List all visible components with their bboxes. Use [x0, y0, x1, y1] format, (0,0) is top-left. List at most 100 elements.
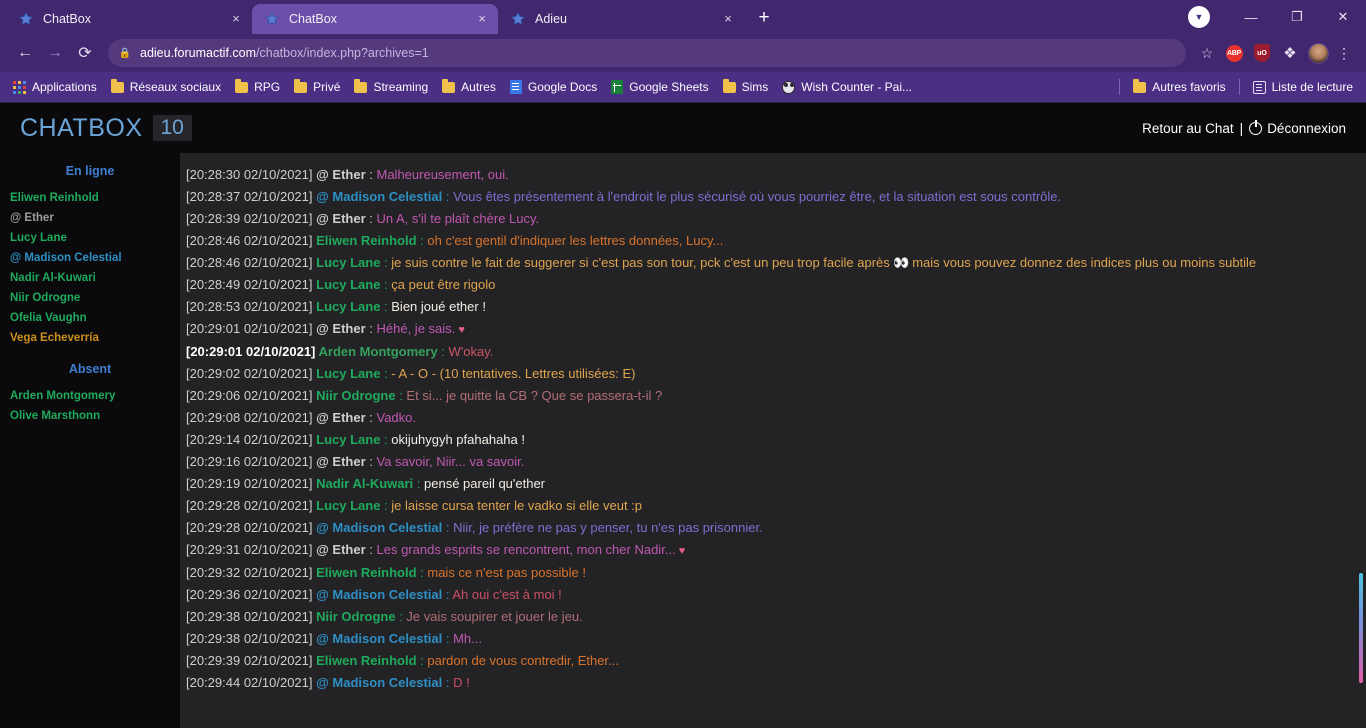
- message-timestamp: [20:29:08 02/10/2021]: [186, 410, 317, 425]
- adblock-plus-icon[interactable]: ABP: [1220, 44, 1248, 62]
- message-timestamp: [20:28:37 02/10/2021]: [186, 189, 317, 204]
- ublock-icon[interactable]: uO: [1248, 44, 1276, 62]
- message-author[interactable]: Eliwen Reinhold: [316, 653, 416, 668]
- browser-tab-1[interactable]: ChatBox ×: [252, 4, 498, 34]
- browser-tab-2[interactable]: Adieu ×: [498, 4, 744, 34]
- tab-title: ChatBox: [289, 12, 337, 26]
- star-icon: [264, 11, 280, 27]
- heart-icon: ♥: [455, 324, 465, 336]
- message-author[interactable]: Lucy Lane: [316, 255, 380, 270]
- message-author[interactable]: Lucy Lane: [316, 432, 380, 447]
- message-text: Un A, s'il te plaît chère Lucy.: [376, 211, 540, 226]
- message-colon: :: [380, 498, 392, 513]
- sidebar-user-absent[interactable]: Olive Marsthonn: [0, 406, 180, 426]
- back-icon[interactable]: ←: [10, 38, 40, 68]
- sidebar-user-online[interactable]: Ofelia Vaughn: [0, 308, 180, 328]
- bookmark-sims[interactable]: Sims: [716, 75, 776, 99]
- bookmark-applications[interactable]: Applications: [6, 75, 104, 99]
- message-author[interactable]: @ Ether: [316, 167, 366, 182]
- bookmark-rpg[interactable]: RPG: [228, 75, 287, 99]
- close-icon[interactable]: ×: [720, 11, 736, 27]
- chat-messages-panel[interactable]: [20:28:30 02/10/2021] @ Ether : Malheure…: [180, 153, 1366, 728]
- chat-scrollbar[interactable]: [1359, 153, 1364, 728]
- message-author[interactable]: @ Madison Celestial: [316, 675, 442, 690]
- chat-message: [20:29:01 02/10/2021] Arden Montgomery :…: [180, 341, 1366, 363]
- message-author[interactable]: @ Ether: [316, 321, 366, 336]
- message-author[interactable]: @ Madison Celestial: [316, 520, 442, 535]
- message-timestamp: [20:28:49 02/10/2021]: [186, 277, 317, 292]
- message-colon: :: [413, 476, 424, 491]
- close-icon[interactable]: ×: [474, 11, 490, 27]
- message-colon: :: [380, 299, 392, 314]
- members-sidebar: En ligne Eliwen Reinhold @ Ether Lucy Lane…: [0, 153, 180, 728]
- sidebar-user-online[interactable]: Vega Echeverría: [0, 328, 180, 348]
- message-text: je suis contre le fait de suggerer si c'…: [391, 255, 1257, 270]
- message-author[interactable]: @ Madison Celestial: [316, 189, 442, 204]
- bookmark-wish-counter[interactable]: Wish Counter - Pai...: [775, 75, 919, 99]
- account-chevron-icon[interactable]: ▼: [1188, 6, 1210, 28]
- bookmark-star-icon[interactable]: ☆: [1194, 45, 1220, 62]
- maximize-button[interactable]: ❐: [1274, 0, 1320, 34]
- logout-link[interactable]: Déconnexion: [1267, 121, 1346, 136]
- message-colon: :: [442, 587, 453, 602]
- message-author[interactable]: Lucy Lane: [316, 277, 380, 292]
- sidebar-user-online[interactable]: Nadir Al-Kuwari: [0, 268, 180, 288]
- message-author[interactable]: Lucy Lane: [316, 299, 380, 314]
- message-author[interactable]: Eliwen Reinhold: [316, 565, 416, 580]
- message-author[interactable]: @ Ether: [316, 211, 366, 226]
- message-author[interactable]: @ Ether: [316, 454, 366, 469]
- message-author[interactable]: Niir Odrogne: [316, 388, 395, 403]
- message-timestamp: [20:29:28 02/10/2021]: [186, 520, 317, 535]
- bookmark-streaming[interactable]: Streaming: [347, 75, 435, 99]
- browser-menu-icon[interactable]: ⋮: [1332, 45, 1356, 62]
- bookmark-autres-favoris[interactable]: Autres favoris: [1126, 75, 1232, 99]
- sidebar-user-online[interactable]: Eliwen Reinhold: [0, 188, 180, 208]
- message-author[interactable]: Arden Montgomery: [319, 344, 438, 359]
- reload-icon[interactable]: ⟳: [70, 38, 100, 68]
- bookmark-google-sheets[interactable]: Google Sheets: [604, 75, 715, 99]
- back-to-chat-link[interactable]: Retour au Chat: [1142, 121, 1234, 136]
- chat-scrollbar-thumb[interactable]: [1359, 573, 1363, 683]
- reading-list-icon: [1252, 80, 1266, 94]
- bookmark-autres[interactable]: Autres: [435, 75, 503, 99]
- address-bar[interactable]: 🔒 adieu.forumactif.com/chatbox/index.php…: [108, 39, 1186, 67]
- bookmarks-bar: Applications Réseaux sociaux RPG Privé S…: [0, 72, 1366, 102]
- message-timestamp: [20:29:38 02/10/2021]: [186, 609, 317, 624]
- sidebar-user-online[interactable]: Niir Odrogne: [0, 288, 180, 308]
- bookmark-reseaux-sociaux[interactable]: Réseaux sociaux: [104, 75, 228, 99]
- chat-message: [20:29:14 02/10/2021] Lucy Lane : okijuh…: [180, 429, 1366, 451]
- avatar[interactable]: [1304, 42, 1332, 64]
- message-author[interactable]: @ Madison Celestial: [316, 587, 442, 602]
- message-author[interactable]: Nadir Al-Kuwari: [316, 476, 413, 491]
- message-author[interactable]: @ Ether: [316, 542, 366, 557]
- bookmark-google-docs[interactable]: Google Docs: [503, 75, 604, 99]
- message-author[interactable]: Eliwen Reinhold: [316, 233, 416, 248]
- url-domain: adieu.forumactif.com: [140, 46, 257, 60]
- forward-icon[interactable]: →: [40, 38, 70, 68]
- message-text: Héhé, je sais.: [376, 321, 456, 336]
- sidebar-user-online[interactable]: @ Madison Celestial: [0, 248, 180, 268]
- message-author[interactable]: @ Madison Celestial: [316, 631, 442, 646]
- bookmark-prive[interactable]: Privé: [287, 75, 347, 99]
- chat-message: [20:29:39 02/10/2021] Eliwen Reinhold : …: [180, 650, 1366, 672]
- browser-tab-0[interactable]: ChatBox ×: [6, 4, 252, 34]
- message-timestamp: [20:29:06 02/10/2021]: [186, 388, 317, 403]
- sidebar-user-online[interactable]: @ Ether: [0, 208, 180, 228]
- new-tab-button[interactable]: +: [750, 4, 778, 32]
- folder-icon: [442, 79, 456, 93]
- bookmark-label: Google Sheets: [629, 80, 709, 94]
- bookmark-reading-list[interactable]: Liste de lecture: [1246, 75, 1360, 99]
- sidebar-user-online[interactable]: Lucy Lane: [0, 228, 180, 248]
- bookmark-label: Autres: [461, 80, 496, 94]
- message-author[interactable]: Lucy Lane: [316, 366, 380, 381]
- sidebar-user-absent[interactable]: Arden Montgomery: [0, 386, 180, 406]
- close-window-button[interactable]: ✕: [1320, 0, 1366, 34]
- message-author[interactable]: Niir Odrogne: [316, 609, 395, 624]
- message-colon: :: [442, 631, 454, 646]
- message-author[interactable]: Lucy Lane: [316, 498, 380, 513]
- close-icon[interactable]: ×: [228, 11, 244, 27]
- message-author[interactable]: @ Ether: [316, 410, 366, 425]
- minimize-button[interactable]: —: [1228, 0, 1274, 34]
- bookmark-label: Streaming: [373, 80, 429, 94]
- extensions-puzzle-icon[interactable]: ❖: [1276, 44, 1304, 62]
